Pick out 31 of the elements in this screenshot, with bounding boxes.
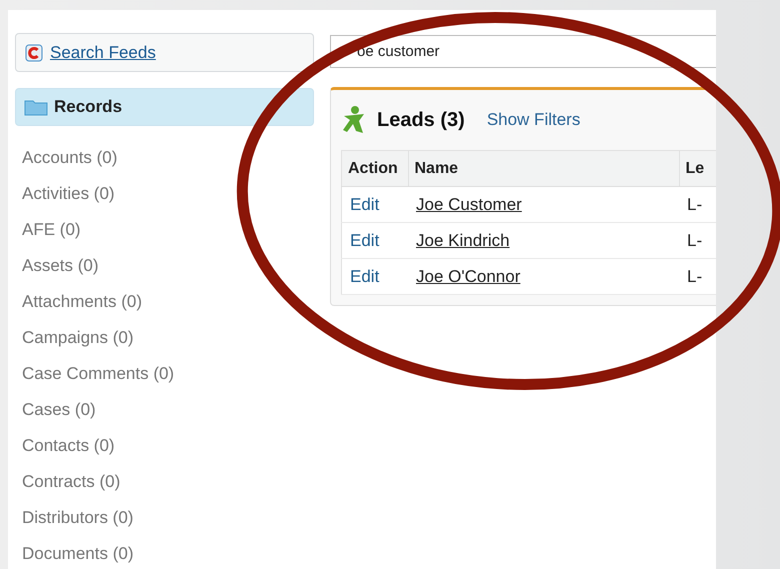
record-type-link[interactable]: Contacts (0) [22, 436, 314, 472]
lead-name-link[interactable]: Joe Kindrich [416, 230, 510, 250]
folder-icon [24, 98, 48, 116]
show-filters-link[interactable]: Show Filters [486, 110, 580, 130]
record-type-link[interactable]: AFE (0) [22, 220, 314, 256]
column-header: Name [408, 150, 679, 186]
record-type-link[interactable]: Cases (0) [22, 400, 314, 436]
column-header: Le [679, 150, 716, 186]
record-type-link[interactable]: Distributors (0) [22, 508, 314, 544]
lead-name-link[interactable]: Joe Customer [416, 194, 522, 214]
edit-link[interactable]: Edit [350, 194, 380, 214]
record-type-link[interactable]: Contracts (0) [22, 472, 314, 508]
record-type-link[interactable]: Activities (0) [22, 184, 314, 220]
edit-link[interactable]: Edit [350, 230, 380, 250]
record-type-link[interactable]: Assets (0) [22, 256, 314, 292]
leads-title: Leads (3) [377, 108, 465, 132]
record-type-link[interactable]: Case Comments (0) [22, 364, 314, 400]
record-type-link[interactable]: Attachments (0) [22, 292, 314, 328]
column-header: Action [342, 150, 408, 186]
lead-name-link[interactable]: Joe O'Connor [416, 266, 520, 286]
records-title: Records [54, 97, 122, 117]
edit-link[interactable]: Edit [350, 266, 380, 286]
record-type-link[interactable]: Accounts (0) [22, 148, 314, 184]
table-cell: L- [687, 230, 702, 250]
table-cell: L- [687, 266, 702, 286]
record-type-link[interactable]: Documents (0) [22, 544, 314, 569]
record-type-link[interactable]: Campaigns (0) [22, 328, 314, 364]
app-logo-icon [25, 44, 43, 62]
search-feeds-link[interactable]: Search Feeds [50, 42, 156, 62]
person-icon [341, 105, 367, 135]
table-cell: L- [687, 194, 702, 214]
